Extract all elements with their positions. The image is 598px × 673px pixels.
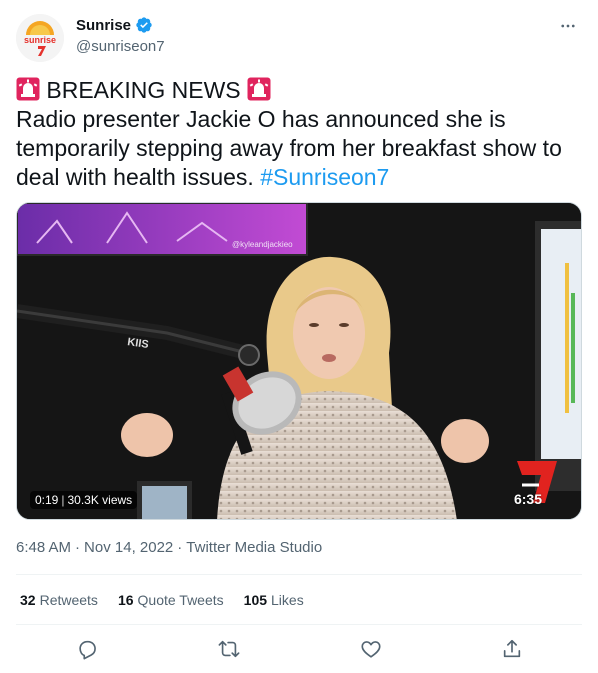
tweet-body-text: deal with health issues. [16, 164, 254, 190]
retweets-stat[interactable]: 32 Retweets [20, 592, 98, 608]
headline-text: BREAKING NEWS [46, 77, 241, 103]
tweet-body-line-2: temporarily stepping away from her break… [16, 135, 562, 161]
reply-icon[interactable] [74, 636, 100, 662]
retweets-label: Retweets [39, 592, 98, 608]
tweet-header: sunrise Sunrise @sunriseon7 [16, 12, 582, 62]
avatar[interactable]: sunrise [16, 14, 64, 62]
tweet-stats: 32 Retweets 16 Quote Tweets 105 Likes [20, 592, 304, 608]
likes-label: Likes [271, 592, 304, 608]
divider [16, 574, 582, 575]
hashtag-link[interactable]: #Sunriseon7 [260, 164, 389, 190]
more-icon[interactable] [556, 14, 580, 38]
retweets-count: 32 [20, 592, 36, 608]
broadcast-time: 6:35 [513, 491, 542, 507]
quote-tweets-count: 16 [117, 592, 134, 608]
quote-tweets-stat[interactable]: 16 Quote Tweets [118, 592, 224, 608]
video-badge: 0:19 | 30.3K views [30, 491, 138, 509]
account-handle[interactable]: @sunriseon7 [76, 38, 165, 55]
like-icon[interactable] [358, 636, 384, 662]
tweet-body-line-3: deal with health issues. #Sunriseon7 [16, 163, 582, 192]
avatar-logo-text: sunrise [24, 35, 56, 45]
name-row: Sunrise [76, 16, 153, 34]
retweet-icon[interactable] [216, 636, 242, 662]
siren-icon [247, 77, 271, 101]
divider [16, 624, 582, 625]
video-duration: 0:19 [35, 493, 59, 507]
tweet-date[interactable]: Nov 14, 2022 [84, 539, 173, 556]
video-player[interactable]: @kyleandjackieo KIIS 0:19 | 30.3K views … [16, 202, 582, 520]
meta-separator: · [177, 539, 183, 556]
video-frame: @kyleandjackieo KIIS [17, 203, 581, 519]
verified-icon [136, 17, 152, 33]
tweet-source[interactable]: Twitter Media Studio [186, 539, 322, 556]
tweet-body-line-1: Radio presenter Jackie O has announced s… [16, 106, 506, 132]
tweet-text: BREAKING NEWS Radio presenter Jackie O h… [16, 76, 582, 192]
tweet-actions [16, 628, 582, 668]
share-icon[interactable] [499, 636, 525, 662]
badge-separator: | [61, 493, 65, 507]
video-views: 30.3K views [67, 493, 133, 507]
video-watermark: @kyleandjackieo [232, 240, 293, 249]
likes-stat[interactable]: 105 Likes [244, 592, 304, 608]
tweet-meta: 6:48 AM · Nov 14, 2022 · Twitter Media S… [16, 539, 322, 556]
siren-icon [16, 77, 40, 101]
tweet-headline-line: BREAKING NEWS [16, 76, 582, 105]
display-name[interactable]: Sunrise [76, 17, 131, 34]
likes-count: 105 [243, 592, 268, 608]
quote-tweets-label: Quote Tweets [137, 592, 224, 608]
meta-separator: · [75, 539, 81, 556]
tweet-time[interactable]: 6:48 AM [16, 539, 71, 556]
